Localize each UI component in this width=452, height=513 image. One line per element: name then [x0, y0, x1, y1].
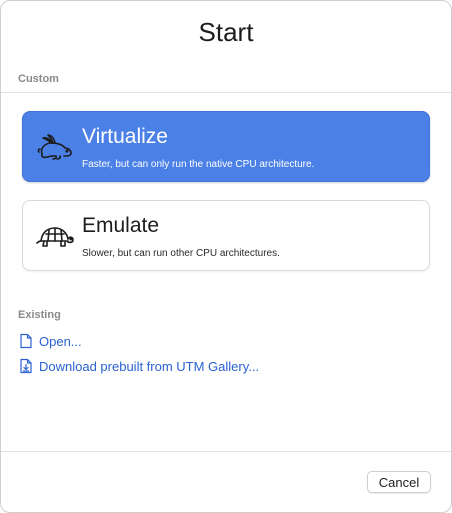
virtualize-option[interactable]: Virtualize Faster, but can only run the …	[22, 111, 430, 182]
open-link-label: Open...	[39, 333, 82, 349]
section-divider	[1, 92, 451, 93]
download-gallery-link-label: Download prebuilt from UTM Gallery...	[39, 358, 260, 374]
existing-section-label: Existing	[18, 309, 61, 321]
custom-section-label: Custom	[18, 73, 59, 85]
hare-icon	[37, 134, 72, 160]
emulate-subtitle: Slower, but can run other CPU architectu…	[82, 248, 280, 259]
cancel-button[interactable]: Cancel	[367, 471, 431, 493]
start-dialog: Start Custom Virtualize Faster, but can …	[0, 0, 452, 513]
download-document-icon	[20, 358, 32, 374]
virtualize-title: Virtualize	[82, 125, 168, 148]
tortoise-icon	[36, 227, 74, 247]
download-gallery-link[interactable]: Download prebuilt from UTM Gallery...	[19, 357, 259, 375]
document-icon	[20, 333, 32, 349]
emulate-option[interactable]: Emulate Slower, but can run other CPU ar…	[22, 200, 430, 271]
emulate-title: Emulate	[82, 214, 160, 237]
dialog-title: Start	[198, 17, 254, 47]
footer-divider	[1, 451, 451, 452]
virtualize-subtitle: Faster, but can only run the native CPU …	[82, 159, 315, 170]
open-link[interactable]: Open...	[19, 332, 82, 350]
